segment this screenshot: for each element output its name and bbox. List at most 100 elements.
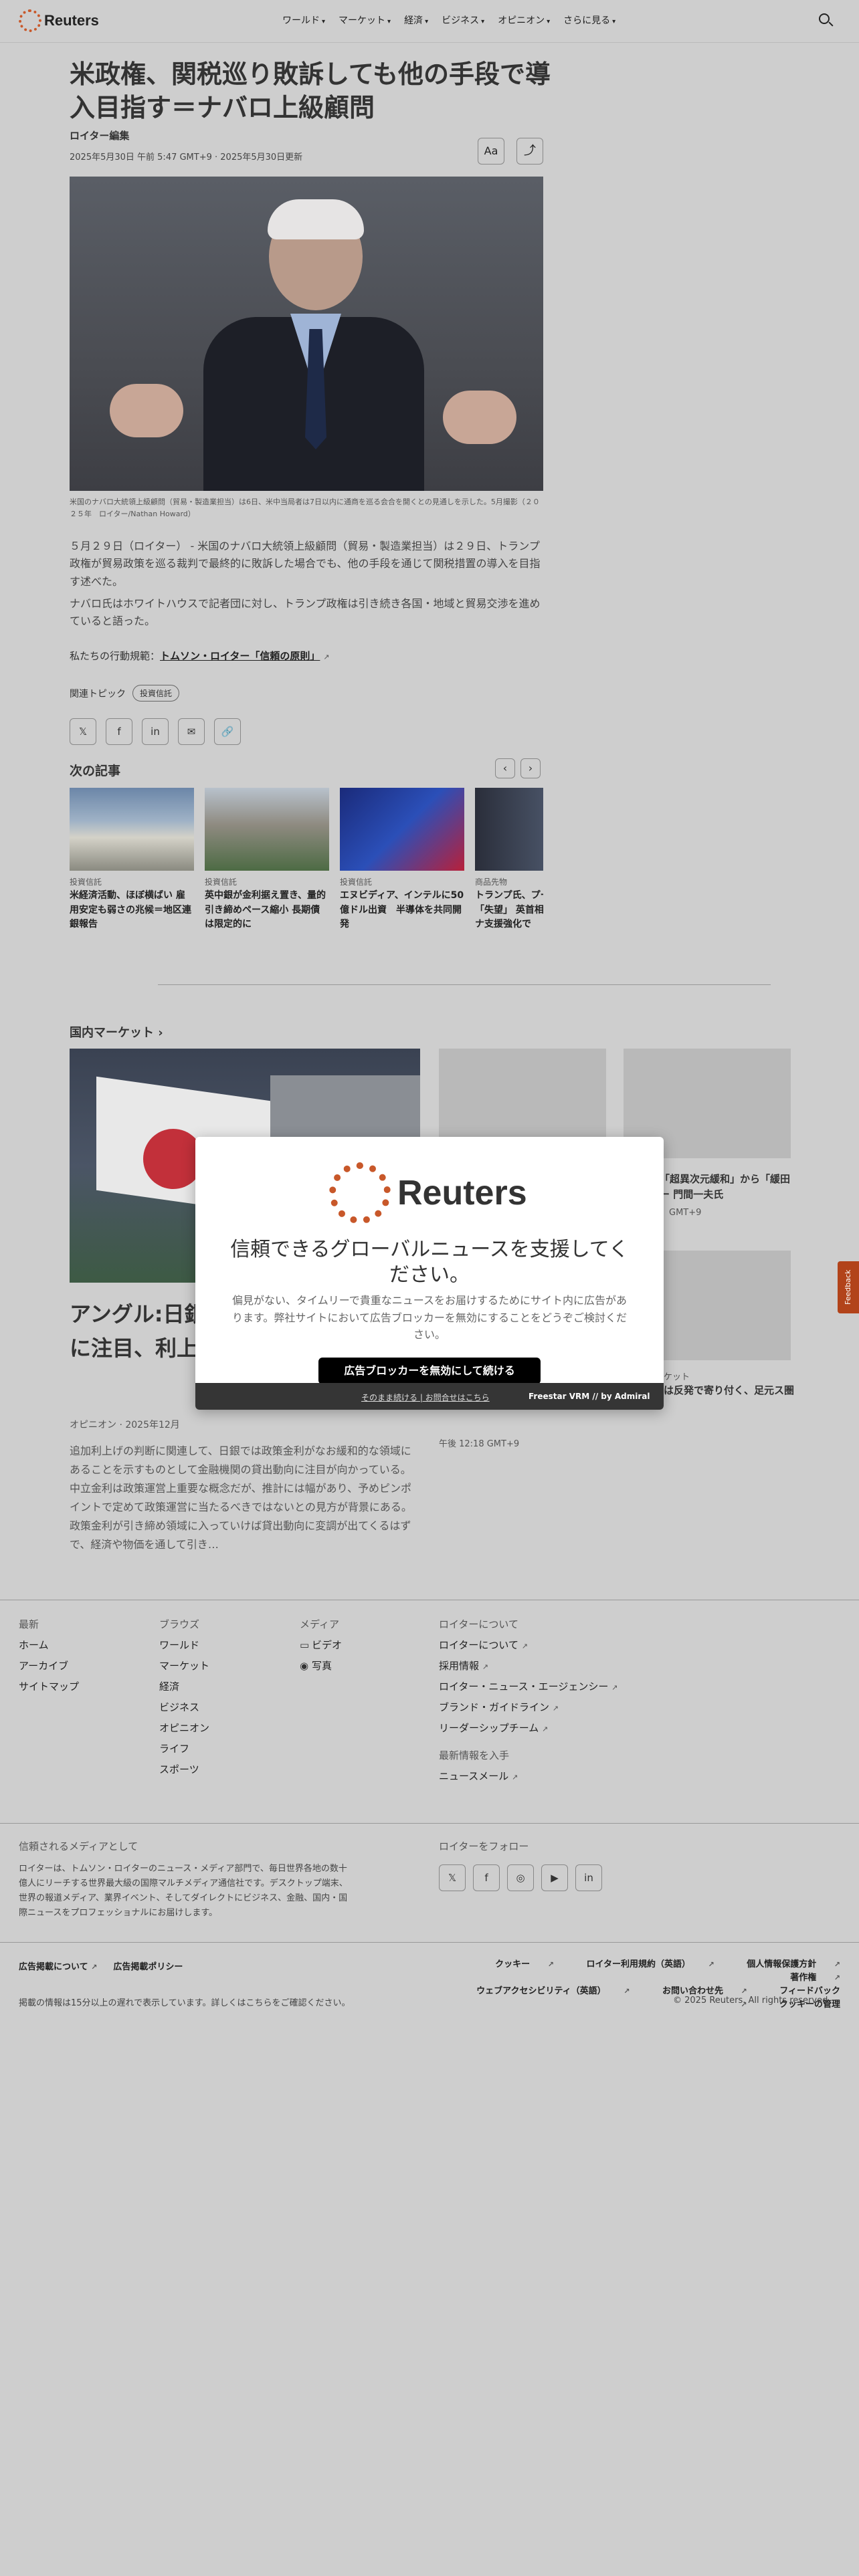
legal-link[interactable]: 著作権 ↗ <box>775 1973 840 1983</box>
search-icon[interactable] <box>818 12 835 29</box>
youtube-icon[interactable]: ▶ <box>541 1864 568 1891</box>
next-article-card[interactable]: 投資信託 エヌビディア、インテルに50億ドル出資 半導体を共同開発 <box>340 788 464 933</box>
delay-notice: 掲載の情報は15分以上の遅れで表示しています。詳しくはこちらをご確認ください。 <box>19 1998 351 2008</box>
footer-link[interactable]: マーケット <box>159 1658 209 1673</box>
nav-item-business[interactable]: ビジネス ▾ <box>442 13 484 27</box>
next-articles-heading: 次の記事 <box>70 764 121 778</box>
footer-col-media: メディア ▭ ビデオ ◉ 写真 <box>300 1617 342 1679</box>
email-icon[interactable]: ✉ <box>178 718 205 745</box>
share-row: 𝕏 f in ✉ 🔗 <box>70 718 241 745</box>
related-topics: 関連トピック 投資信託 <box>70 685 180 702</box>
footer-link[interactable]: ロイターについて ↗ <box>439 1638 617 1652</box>
card-category: 投資信託 <box>70 877 102 887</box>
nav-item-more[interactable]: さらに見る ▾ <box>563 13 615 27</box>
legal-links-left: 広告掲載について ↗ 広告掲載ポリシー <box>19 1959 183 1972</box>
next-article-card[interactable]: 投資信託 英中銀が金利据え置き、量的引き締めペース縮小 長期債は限定的に <box>205 788 329 933</box>
logo-text: Reuters <box>44 12 99 29</box>
footer-link[interactable]: 経済 <box>159 1679 209 1693</box>
next-article-card[interactable]: 商品先物 トランプ氏、プーチン氏に「失望」 英首相とウクライナ支援強化で <box>475 788 543 933</box>
footer-link-video[interactable]: ▭ ビデオ <box>300 1638 342 1652</box>
legal-link[interactable]: 広告掲載ポリシー <box>113 1959 183 1972</box>
footer-link[interactable]: ニュースメール ↗ <box>439 1769 617 1783</box>
instagram-icon[interactable]: ◎ <box>507 1864 534 1891</box>
footer-divider <box>0 1823 859 1824</box>
footer-link[interactable]: ホーム <box>19 1638 79 1652</box>
footer-link[interactable]: 採用情報 ↗ <box>439 1658 617 1673</box>
facebook-icon[interactable]: f <box>106 718 132 745</box>
share-icon: ⤴ <box>524 144 536 158</box>
external-link-icon: ↗ <box>482 1662 489 1671</box>
adblock-modal: Reuters 信頼できるグローバルニュースを支援してください。 偏見がない、タ… <box>195 1137 664 1410</box>
legal-link[interactable]: ウェブアクセシビリティ（英語） ↗ <box>462 1986 630 1996</box>
disable-adblock-button[interactable]: 広告ブロッカーを無効にして続ける <box>318 1358 541 1384</box>
nav-item-markets[interactable]: マーケット ▾ <box>339 13 391 27</box>
x-icon[interactable]: 𝕏 <box>70 718 96 745</box>
legal-link[interactable]: 広告掲載について ↗ <box>19 1959 97 1972</box>
conduct-line: 私たちの行動規範：トムソン・ロイター「信頼の原則」 ↗ <box>70 649 329 663</box>
follow-icons: 𝕏 f ◎ ▶ in <box>439 1864 602 1891</box>
side-story-title[interactable]: は反発で寄り付く、足元ス圏 <box>664 1383 797 1398</box>
x-icon[interactable]: 𝕏 <box>439 1864 466 1891</box>
topic-chip[interactable]: 投資信託 <box>132 685 180 702</box>
footer-link[interactable]: アーカイブ <box>19 1658 79 1673</box>
legal-link[interactable]: ロイター利用規約（英語） ↗ <box>571 1959 714 1969</box>
share-button[interactable]: ⤴ <box>516 138 543 165</box>
next-article-card[interactable]: 投資信託 米経済活動、ほぼ横ばい 雇用安定も弱さの兆候＝地区連銀報告 <box>70 788 194 933</box>
reuters-logo[interactable]: Reuters <box>19 9 99 32</box>
nav-item-world[interactable]: ワールド ▾ <box>282 13 325 27</box>
footer-link[interactable]: ロイター・ニュース・エージェンシー ↗ <box>439 1679 617 1693</box>
reuters-logo-icon <box>329 1162 391 1224</box>
modal-reuters-logo: Reuters <box>329 1162 527 1224</box>
footer-link[interactable]: ビジネス <box>159 1700 209 1714</box>
trust-text: ロイターは、トムソン・ロイターのニュース・メディア部門で、毎日世界各地の数十億人… <box>19 1864 348 1919</box>
modal-footer-links[interactable]: そのまま続ける | お問合せはこちら <box>361 1392 490 1403</box>
text-size-button[interactable]: Aa <box>478 138 504 165</box>
footer-link[interactable]: オピニオン <box>159 1721 209 1735</box>
footer-link[interactable]: ブランド・ガイドライン ↗ <box>439 1700 617 1714</box>
article-byline[interactable]: ロイター編集 <box>70 128 129 142</box>
chevron-down-icon: ▾ <box>425 18 429 25</box>
legal-link[interactable]: クッキー ↗ <box>480 1959 554 1969</box>
footer-link[interactable]: サイトマップ <box>19 1679 79 1693</box>
footer-heading: 最新情報を入手 <box>439 1749 510 1761</box>
link-icon[interactable]: 🔗 <box>214 718 241 745</box>
chevron-right-icon: › <box>158 1026 163 1040</box>
external-link-icon: ↗ <box>552 1704 559 1713</box>
modal-footer-brand: Freestar VRM // by Admiral <box>529 1392 650 1401</box>
image-caption: 米国のナバロ大統領上級顧問（貿易・製造業担当）は6日、米中当局者は7日以内に通商… <box>70 498 540 518</box>
linkedin-icon[interactable]: in <box>575 1864 602 1891</box>
side-story-category: ケット <box>664 1372 690 1382</box>
domestic-market-heading[interactable]: 国内マーケット › <box>70 1023 163 1041</box>
chevron-down-icon: ▾ <box>387 18 391 25</box>
section-divider <box>158 984 771 985</box>
chevron-right-icon[interactable]: › <box>520 758 541 778</box>
footer-link-photos[interactable]: ◉ 写真 <box>300 1658 342 1673</box>
legal-link[interactable]: 個人情報保護方針 ↗ <box>732 1959 840 1969</box>
chevron-left-icon[interactable]: ‹ <box>495 758 515 778</box>
footer-col-latest: 最新 ホーム アーカイブ サイトマップ <box>19 1617 79 1700</box>
linkedin-icon[interactable]: in <box>142 718 169 745</box>
facebook-icon[interactable]: f <box>473 1864 500 1891</box>
footer-link[interactable]: ワールド <box>159 1638 209 1652</box>
trust-principles-link[interactable]: トムソン・ロイター「信頼の原則」 <box>160 650 320 662</box>
external-link-icon: ↗ <box>542 1725 549 1733</box>
card-title: エヌビディア、インテルに50億ドル出資 半導体を共同開発 <box>340 890 464 930</box>
footer-link[interactable]: スポーツ <box>159 1762 209 1776</box>
footer-link[interactable]: ライフ <box>159 1741 209 1755</box>
modal-footer: そのまま続ける | お問合せはこちら Freestar VRM // by Ad… <box>195 1383 664 1410</box>
feedback-tab[interactable]: Feedback <box>838 1261 859 1313</box>
card-title: トランプ氏、プーチン氏に「失望」 英首相とウクライナ支援強化で <box>475 890 543 930</box>
nav-item-opinion[interactable]: オピニオン ▾ <box>498 13 550 27</box>
site-header: Reuters ワールド ▾ マーケット ▾ 経済 ▾ ビジネス ▾ オピニオン ▾ さら… <box>0 0 859 43</box>
article-paragraph: ナバロ氏はホワイトハウスで記者団に対し、トランプ政権は引き続き各国・地域と貿易交… <box>70 597 541 628</box>
footer-heading: 最新 <box>19 1618 39 1630</box>
market-main-description: 追加利上げの判断に関連して、日銀では政策金利がなお緩和的な領域にあることを示すも… <box>70 1444 412 1551</box>
footer-link[interactable]: リーダーシップチーム ↗ <box>439 1721 617 1735</box>
side-story-title[interactable]: 「超異次元緩和」から「緩田ー 門間一夫氏 <box>660 1172 793 1203</box>
article-hero-image <box>70 177 543 491</box>
footer-heading: メディア <box>300 1618 339 1630</box>
article-dateline: 2025年5月30日 午前 5:47 GMT+9 · 2025年5月30日更新 <box>70 152 303 163</box>
related-label: 関連トピック <box>70 688 126 700</box>
nav-item-economy[interactable]: 経済 ▾ <box>404 13 428 27</box>
footer-divider <box>0 1942 859 1943</box>
